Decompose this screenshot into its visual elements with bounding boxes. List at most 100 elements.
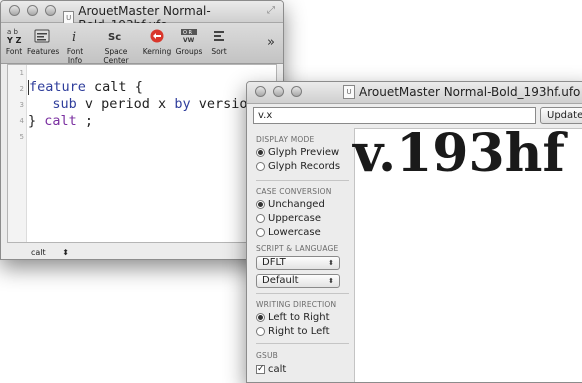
display-mode-title: DISPLAY MODE [256, 135, 315, 144]
checkbox-calt[interactable]: ✓ calt [256, 364, 286, 375]
code-keyword: by [174, 96, 191, 112]
line-number: 4 [19, 117, 24, 125]
divider [256, 180, 349, 181]
preview-window: U ArouetMaster Normal-Bold_193hf.ufo Upd… [246, 81, 582, 383]
kerning-icon [142, 25, 172, 47]
radio-left-to-right[interactable]: Left to Right [256, 312, 330, 323]
feature-select-value: calt [31, 248, 46, 257]
toolbar-font-info[interactable]: i Font Info [59, 25, 91, 65]
select-arrows-icon: ⬍ [328, 277, 334, 285]
zoom-button[interactable] [45, 5, 56, 16]
radio-label: Glyph Records [268, 161, 341, 172]
fullscreen-icon[interactable]: ⤢ [267, 5, 275, 16]
radio-right-to-left[interactable]: Right to Left [256, 326, 330, 337]
radio-dot [256, 200, 265, 209]
code-brace: } [28, 113, 45, 129]
script-select[interactable]: DFLT ⬍ [256, 256, 340, 270]
toolbar-space-center[interactable]: Sc Space Center [92, 25, 140, 65]
radio-dot [256, 327, 265, 336]
svg-text:O R: O R [183, 30, 193, 36]
update-button[interactable]: Update [540, 107, 582, 124]
code-keyword: sub [52, 96, 77, 112]
features-icon [27, 25, 57, 47]
radio-dot [256, 214, 265, 223]
radio-unchanged[interactable]: Unchanged [256, 199, 325, 210]
radio-glyph-records[interactable]: Glyph Records [256, 161, 340, 172]
radio-label: Lowercase [268, 227, 321, 238]
toolbar-font-info-label: Font Info [66, 47, 84, 65]
code-name: calt [85, 79, 135, 95]
window-controls [255, 86, 302, 97]
radio-lowercase[interactable]: Lowercase [256, 227, 321, 238]
groups-icon: O R VW [174, 25, 204, 47]
radio-dot [256, 313, 265, 322]
toolbar-font-label: Font [5, 47, 23, 56]
gsub-title: GSUB [256, 351, 279, 360]
writing-direction-title: WRITING DIRECTION [256, 300, 337, 309]
toolbar: a b Y Z Font Features i Font Info Sc Spa… [1, 23, 283, 65]
radio-dot [256, 162, 265, 171]
divider [256, 343, 349, 344]
close-button[interactable] [9, 5, 20, 16]
svg-text:Sc: Sc [108, 32, 121, 43]
svg-text:i: i [72, 30, 76, 44]
radio-label: Uppercase [268, 213, 322, 224]
line-number: 1 [19, 69, 24, 77]
toolbar-kerning[interactable]: Kerning [142, 25, 172, 56]
radio-uppercase[interactable]: Uppercase [256, 213, 321, 224]
toolbar-features-label: Features [27, 47, 60, 56]
toolbar-features[interactable]: Features [27, 25, 60, 56]
toolbar-groups[interactable]: O R VW Groups [174, 25, 204, 56]
minimize-button[interactable] [27, 5, 38, 16]
select-arrows-icon: ⬍ [328, 259, 334, 267]
code-line-2: feature calt { [28, 79, 143, 95]
radio-label: Left to Right [268, 312, 330, 323]
minimize-button[interactable] [273, 86, 284, 97]
sort-icon [207, 25, 231, 47]
toolbar-font[interactable]: a b Y Z Font [4, 25, 24, 56]
toolbar-sort-label: Sort [211, 47, 227, 56]
close-button[interactable] [255, 86, 266, 97]
toolbar-overflow-button[interactable]: » [267, 35, 275, 50]
font-icon: a b Y Z [4, 25, 24, 47]
line-number-gutter: 1 2 3 4 5 [8, 65, 27, 242]
radio-dot [256, 148, 265, 157]
features-window: U ArouetMaster Normal-Bold_193hf.ufo ⤢ a… [0, 0, 284, 260]
space-center-icon: Sc [92, 25, 140, 47]
preview-glyph-string: v.193hf [353, 123, 565, 184]
line-number: 2 [19, 85, 24, 93]
code-line-4: } calt ; [28, 113, 93, 129]
code-text: v period x [76, 96, 175, 112]
window-title-text: ArouetMaster Normal-Bold_193hf.ufo [359, 85, 581, 99]
toolbar-sort[interactable]: Sort [207, 25, 231, 56]
options-sidebar: DISPLAY MODE Glyph Preview Glyph Records… [253, 128, 353, 382]
radio-glyph-preview[interactable]: Glyph Preview [256, 147, 339, 158]
feature-code-editor[interactable]: 1 2 3 4 5 feature calt { sub v period x … [7, 64, 277, 243]
feature-select[interactable]: calt ⬍ [31, 248, 69, 257]
radio-label: Unchanged [268, 199, 325, 210]
code-text: ; [76, 113, 94, 129]
case-conversion-title: CASE CONVERSION [256, 187, 332, 196]
divider [256, 293, 349, 294]
checkbox-label: calt [268, 364, 287, 375]
svg-text:VW: VW [183, 37, 195, 44]
toolbar-kerning-label: Kerning [142, 47, 172, 56]
language-select[interactable]: Default ⬍ [256, 274, 340, 288]
code-keyword: feature [29, 79, 86, 95]
line-number: 5 [19, 133, 24, 141]
glyph-preview-area: v.193hf [353, 123, 582, 382]
zoom-button[interactable] [291, 86, 302, 97]
status-bar: calt ⬍ [7, 243, 277, 259]
document-icon: U [343, 85, 355, 99]
select-arrows-icon: ⬍ [62, 248, 69, 257]
radio-label: Glyph Preview [268, 147, 340, 158]
features-window-titlebar[interactable]: U ArouetMaster Normal-Bold_193hf.ufo ⤢ [1, 1, 283, 32]
code-line-3: sub v period x by version; [28, 96, 263, 112]
window-controls [9, 5, 56, 16]
code-brace: { [134, 79, 143, 95]
svg-text:a b: a b [7, 28, 19, 36]
glyph-input[interactable] [253, 107, 536, 124]
toolbar-space-center-label: Space Center [103, 47, 129, 65]
preview-window-titlebar[interactable]: U ArouetMaster Normal-Bold_193hf.ufo [247, 82, 582, 104]
radio-label: Right to Left [268, 326, 330, 337]
